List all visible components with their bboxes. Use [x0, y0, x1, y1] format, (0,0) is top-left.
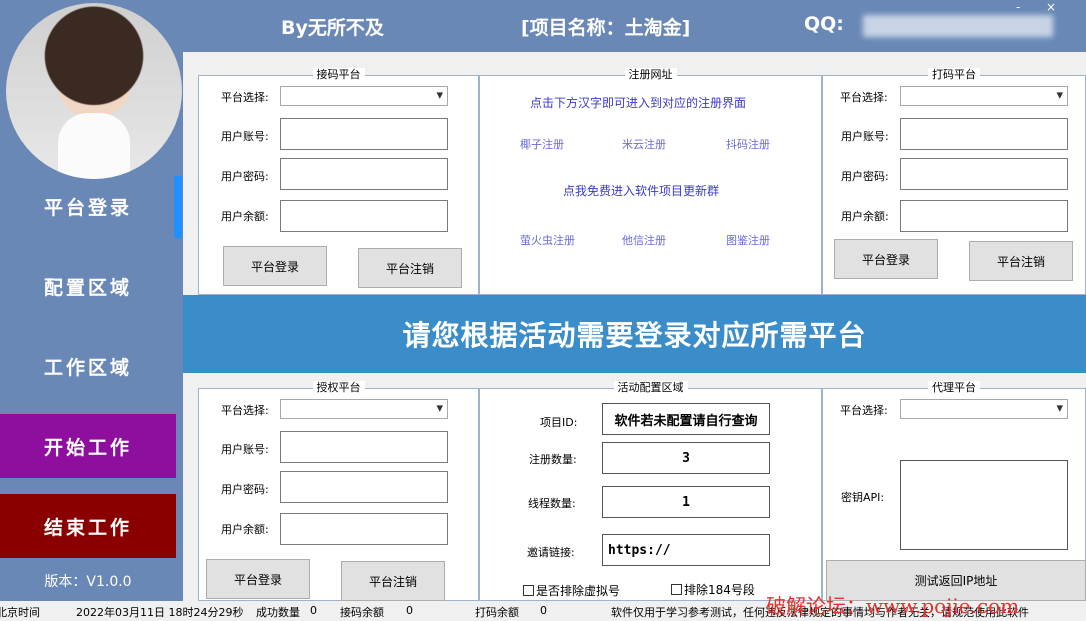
group-title: 代理平台 [928, 381, 980, 394]
auth-platform-select[interactable] [280, 399, 448, 419]
avatar [6, 3, 182, 179]
version-label: 版本：V1.0.0 [44, 574, 132, 590]
register-count-input[interactable]: 3 [602, 442, 770, 474]
register-link-tujian[interactable]: 图鉴注册 [726, 232, 770, 248]
checkbox-icon [671, 584, 682, 595]
project-id-input[interactable]: 软件若未配置请自行查询 [602, 403, 770, 435]
captcha-login-button[interactable]: 平台登录 [834, 239, 938, 279]
time-label: 北京时间 [0, 606, 40, 619]
captcha-account-input[interactable] [900, 118, 1068, 150]
sidebar-item-platform-login[interactable]: 平台登录 [0, 174, 176, 238]
platform-select-label: 平台选择: [221, 91, 269, 104]
banner-message: 请您根据活动需要登录对应所需平台 [183, 295, 1086, 373]
project-name-label: [项目名称：土淘金] [521, 17, 691, 39]
captcha-platform-select[interactable] [900, 86, 1068, 106]
sidebar-item-config-area[interactable]: 配置区域 [0, 254, 176, 318]
invite-link-input[interactable]: https:// [602, 534, 770, 566]
balance-label: 用户余额: [221, 210, 269, 223]
checkbox-label: 排除184号段 [684, 583, 755, 597]
register-count-label: 注册数量: [529, 453, 577, 466]
auth-logout-button[interactable]: 平台注销 [341, 561, 445, 601]
password-label: 用户密码: [221, 170, 269, 183]
receive-platform-select[interactable] [280, 86, 448, 106]
project-id-label: 项目ID: [540, 416, 578, 429]
thread-count-input[interactable]: 1 [602, 486, 770, 518]
platform-select-label: 平台选择: [221, 404, 269, 417]
receive-balance-value: 0 [406, 604, 413, 617]
checkbox-icon [523, 585, 534, 596]
thread-count-label: 线程数量: [528, 497, 576, 510]
receive-balance-input[interactable] [280, 200, 448, 232]
qq-label: QQ: [804, 13, 844, 35]
start-work-button[interactable]: 开始工作 [0, 414, 176, 478]
receive-account-input[interactable] [280, 118, 448, 150]
invite-link-label: 邀请链接: [527, 546, 575, 559]
checkbox-label: 是否排除虚拟号 [536, 584, 621, 598]
password-label: 用户密码: [841, 170, 889, 183]
auth-login-button[interactable]: 平台登录 [206, 559, 310, 599]
forum-watermark: 破解论坛：www.pojie.com [766, 594, 1020, 618]
title-bar: By无所不及 [项目名称：土淘金] QQ: [183, 0, 1086, 52]
author-label: By无所不及 [281, 17, 384, 39]
register-link-yezi[interactable]: 椰子注册 [520, 136, 564, 152]
register-hint: 点击下方汉字即可进入到对应的注册界面 [530, 96, 747, 110]
captcha-balance-label: 打码余额 [475, 606, 519, 619]
balance-label: 用户余额: [841, 210, 889, 223]
app-window: 平台登录 配置区域 工作区域 开始工作 结束工作 版本：V1.0.0 By无所不… [0, 0, 1086, 621]
receive-logout-button[interactable]: 平台注销 [358, 248, 462, 288]
captcha-balance-value: 0 [540, 604, 547, 617]
sidebar: 平台登录 配置区域 工作区域 开始工作 结束工作 版本：V1.0.0 [0, 0, 183, 601]
account-label: 用户账号: [841, 130, 889, 143]
stop-work-button[interactable]: 结束工作 [0, 494, 176, 558]
receive-login-button[interactable]: 平台登录 [223, 246, 327, 286]
api-key-label: 密钥API: [841, 491, 885, 504]
proxy-platform-select[interactable] [900, 399, 1068, 419]
exclude-virtual-checkbox[interactable]: 是否排除虚拟号 [523, 582, 620, 599]
captcha-balance-input[interactable] [900, 200, 1068, 232]
group-title: 打码平台 [928, 68, 980, 81]
group-title: 活动配置区域 [613, 381, 688, 394]
exclude-184-checkbox[interactable]: 排除184号段 [671, 581, 755, 598]
update-group-link[interactable]: 点我免费进入软件项目更新群 [563, 182, 719, 199]
register-link-taxin[interactable]: 他信注册 [622, 232, 666, 248]
active-nav-indicator [174, 176, 182, 238]
auth-password-input[interactable] [280, 471, 448, 503]
register-link-miyun[interactable]: 米云注册 [622, 136, 666, 152]
auth-balance-input[interactable] [280, 513, 448, 545]
captcha-logout-button[interactable]: 平台注销 [969, 241, 1073, 281]
success-count-label: 成功数量 [256, 606, 300, 619]
minimize-button[interactable]: - [1016, 0, 1020, 14]
captcha-password-input[interactable] [900, 158, 1068, 190]
api-key-textarea[interactable] [900, 460, 1068, 550]
balance-label: 用户余额: [221, 523, 269, 536]
platform-select-label: 平台选择: [840, 91, 888, 104]
time-value: 2022年03月11日 18时24分29秒 [76, 606, 244, 619]
receive-balance-label: 接码余额 [340, 606, 384, 619]
group-title: 注册网址 [624, 68, 677, 81]
group-title: 接码平台 [312, 68, 365, 81]
auth-account-input[interactable] [280, 431, 448, 463]
close-button[interactable]: × [1046, 0, 1056, 14]
password-label: 用户密码: [221, 483, 269, 496]
platform-select-label: 平台选择: [840, 404, 888, 417]
success-count-value: 0 [310, 604, 317, 617]
register-link-douma[interactable]: 抖码注册 [726, 136, 770, 152]
register-link-yinghuochong[interactable]: 萤火虫注册 [520, 232, 575, 248]
sidebar-item-work-area[interactable]: 工作区域 [0, 334, 176, 398]
qq-number-redacted [863, 15, 1053, 37]
receive-password-input[interactable] [280, 158, 448, 190]
account-label: 用户账号: [221, 130, 269, 143]
group-title: 授权平台 [312, 381, 365, 394]
account-label: 用户账号: [221, 443, 269, 456]
